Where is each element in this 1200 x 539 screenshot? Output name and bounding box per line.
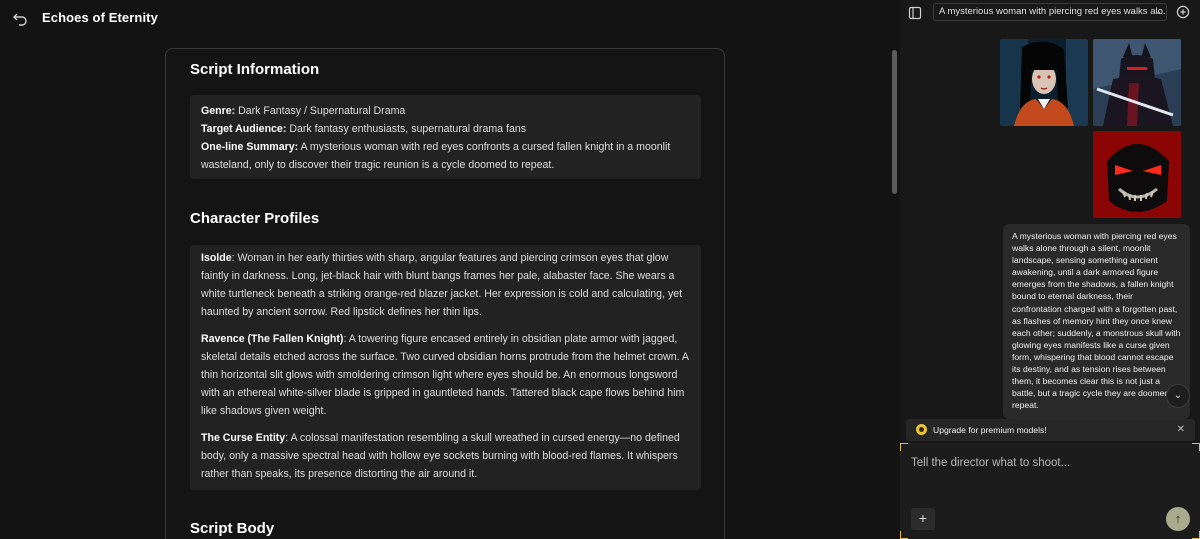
- composer-focus-corner: [1192, 443, 1200, 451]
- summary-label: One-line Summary:: [201, 141, 299, 153]
- generated-image-skull[interactable]: [1093, 131, 1181, 218]
- composer-focus-corner: [1192, 531, 1200, 539]
- close-icon[interactable]: ✕: [1177, 424, 1185, 435]
- character-description: A towering figure encased entirely in ob…: [201, 333, 689, 417]
- genre-label: Genre:: [201, 105, 236, 117]
- prompt-message-bubble: A mysterious woman with piercing red eye…: [1003, 224, 1190, 419]
- upgrade-text: Upgrade for premium models!: [933, 425, 1047, 435]
- script-information-heading: Script Information: [190, 61, 320, 78]
- upgrade-banner[interactable]: Upgrade for premium models! ✕: [906, 419, 1195, 441]
- generated-image-woman[interactable]: [1000, 39, 1088, 126]
- character-profile: Ravence (The Fallen Knight): A towering …: [201, 333, 689, 417]
- generated-image-knight[interactable]: [1093, 39, 1181, 126]
- chevron-down-icon: ⌄: [1173, 390, 1183, 401]
- arrow-up-icon: ↑: [1174, 511, 1182, 526]
- app-title: Echoes of Eternity: [42, 10, 158, 25]
- undo-arrow-icon[interactable]: [11, 9, 29, 27]
- character-description: Woman in her early thirties with sharp, …: [201, 252, 683, 318]
- character-profile: Isolde: Woman in her early thirties with…: [201, 252, 683, 318]
- genre-value: Dark Fantasy / Supernatural Drama: [238, 105, 406, 117]
- character-name: Ravence (The Fallen Knight): [201, 333, 344, 345]
- send-button[interactable]: ↑: [1166, 507, 1190, 531]
- thread-select-value: A mysterious woman with piercing red eye…: [939, 6, 1167, 17]
- genre-line: Genre: Dark Fantasy / Supernatural Drama: [201, 102, 691, 120]
- add-attachment-button[interactable]: +: [911, 508, 935, 530]
- chevron-down-icon: ⌄: [1154, 6, 1162, 16]
- character-profiles-heading: Character Profiles: [190, 210, 320, 227]
- sidebar-toggle-icon[interactable]: [908, 6, 922, 20]
- audience-value: Dark fantasy enthusiasts, supernatural d…: [289, 123, 527, 135]
- character-profile: The Curse Entity: A colossal manifestati…: [201, 432, 680, 480]
- scrollbar-thumb[interactable]: [892, 50, 897, 194]
- new-generation-icon[interactable]: [1176, 5, 1190, 19]
- scroll-down-button[interactable]: ⌄: [1166, 384, 1190, 408]
- script-document-panel: Script Information Genre: Dark Fantasy /…: [165, 48, 725, 539]
- character-name: The Curse Entity: [201, 432, 286, 444]
- audience-label: Target Audience:: [201, 123, 287, 135]
- character-name: Isolde: [201, 252, 232, 264]
- thread-select[interactable]: A mysterious woman with piercing red eye…: [933, 3, 1167, 21]
- composer-focus-corner: [900, 443, 908, 451]
- script-info-card: Genre: Dark Fantasy / Supernatural Drama…: [190, 95, 701, 179]
- premium-badge-icon: [916, 424, 927, 435]
- summary-line: One-line Summary: A mysterious woman wit…: [201, 138, 691, 174]
- director-prompt-input[interactable]: [911, 457, 1161, 469]
- composer-focus-corner: [900, 531, 908, 539]
- character-profiles-card: Isolde: Woman in her early thirties with…: [190, 245, 701, 490]
- audience-line: Target Audience: Dark fantasy enthusiast…: [201, 120, 691, 138]
- script-body-heading: Script Body: [190, 520, 275, 537]
